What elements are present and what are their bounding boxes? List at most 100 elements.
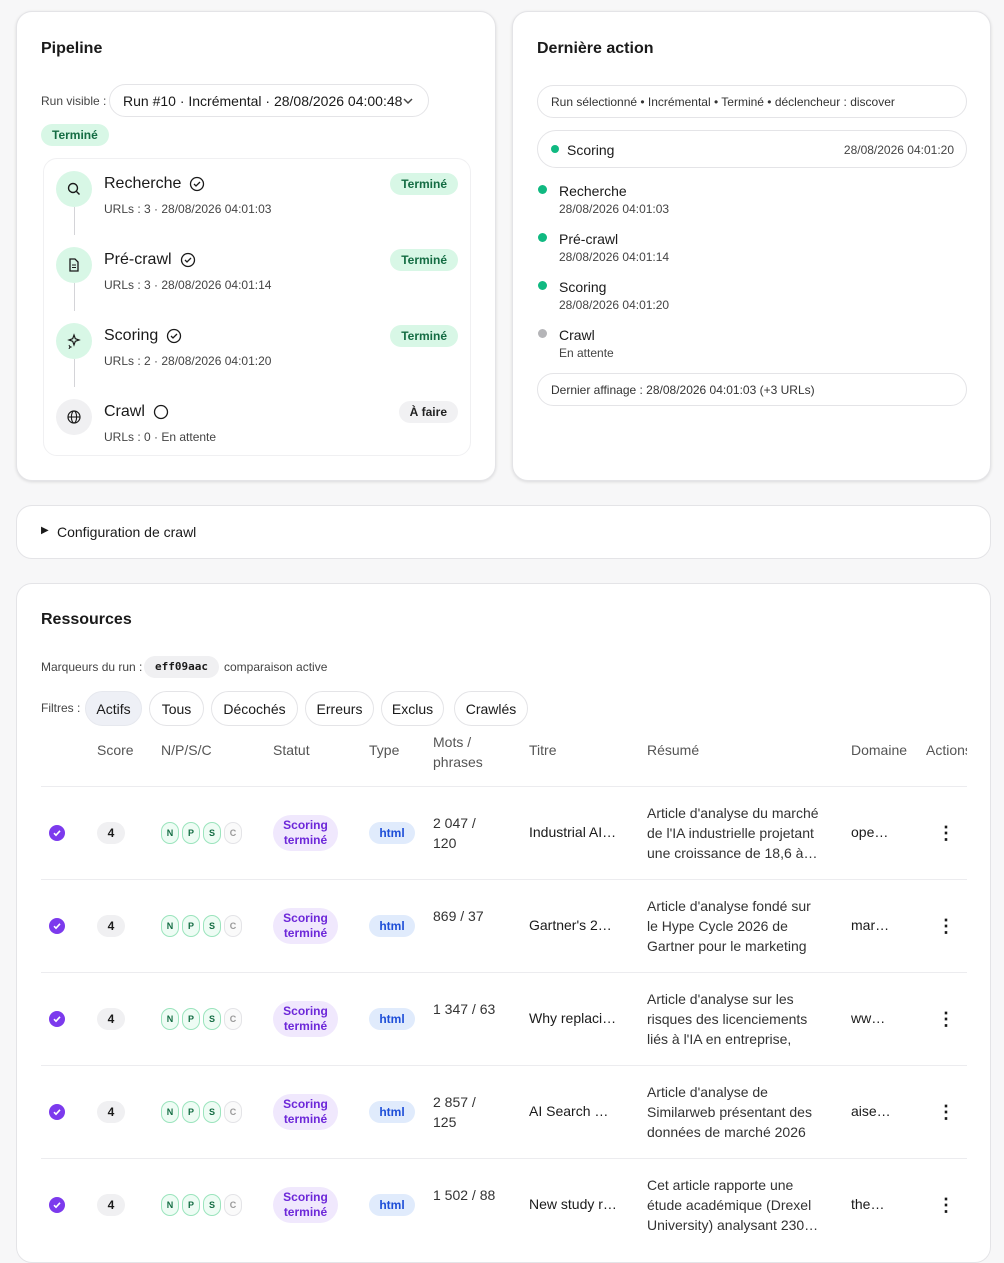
check-icon — [53, 1202, 61, 1209]
table-row[interactable]: 4 N P S C Scoring terminé html 1 502 / 88 New st… — [41, 1158, 967, 1251]
type-badge: html — [369, 1008, 415, 1030]
step-name: Scoring — [104, 327, 159, 344]
step-meta: URLs : 3 · 28/08/2026 04:01:14 — [104, 278, 272, 292]
column-header-actions: Actions — [926, 742, 967, 758]
current-step-box: Scoring 28/08/2026 04:01:20 — [537, 130, 967, 168]
event-name: Recherche — [559, 183, 627, 199]
event-time: 28/08/2026 04:01:14 — [559, 250, 670, 264]
marker-note: comparaison active — [224, 660, 328, 674]
last-action-title: Dernière action — [537, 40, 654, 57]
score-badge: 4 — [97, 915, 125, 937]
npsc-c: C — [224, 1194, 242, 1216]
status-badge: Scoring terminé — [273, 1094, 338, 1130]
table-row[interactable]: 4 N P S C Scoring terminé html 1 347 / 63 Why re… — [41, 972, 967, 1065]
filter-tous[interactable]: Tous — [149, 691, 204, 726]
npsc-indicators: NPSC — [161, 915, 242, 937]
sparkles-icon — [56, 323, 92, 359]
run-select[interactable]: Run #10 · Incrémental · 28/08/2026 04:00… — [109, 84, 429, 117]
more-vertical-icon[interactable]: ⋮ — [937, 824, 955, 844]
npsc-indicators: NPSC — [161, 1101, 242, 1123]
more-vertical-icon[interactable]: ⋮ — [937, 1196, 955, 1216]
column-header-status[interactable]: Statut — [273, 742, 310, 758]
resource-title[interactable]: Why replaci… — [529, 1010, 617, 1026]
resource-summary: Article d'analyse fondé sur le Hype Cycl… — [647, 898, 811, 954]
check-icon — [53, 1016, 61, 1023]
pipeline-step: Pré-crawl URLs : 3 · 28/08/2026 04:01:14… — [44, 237, 470, 313]
type-badge: html — [369, 915, 415, 937]
type-badge: html — [369, 1194, 415, 1216]
status-badge: Scoring terminé — [273, 1187, 338, 1223]
status-dot — [538, 281, 547, 290]
table-row[interactable]: 4 N P S C Scoring terminé html 869 / 37 Gartner'… — [41, 879, 967, 972]
table-row[interactable]: 4 N P S C Scoring terminé html 2 047 / 120 Indus… — [41, 786, 967, 879]
npsc-n: N — [161, 1194, 179, 1216]
pipeline-card: Pipeline Run visible : Run #10 · Incréme… — [16, 11, 496, 481]
last-refine-box: Dernier affinage : 28/08/2026 04:01:03 (… — [537, 373, 967, 406]
column-header-words[interactable]: Mots / phrases — [433, 732, 489, 772]
score-badge: 4 — [97, 1101, 125, 1123]
filter-crawles[interactable]: Crawlés — [454, 691, 528, 726]
npsc-n: N — [161, 1101, 179, 1123]
table-row[interactable]: 4 N P S C Scoring terminé html 2 857 / 125 AI Se… — [41, 1065, 967, 1158]
row-checkbox[interactable] — [49, 918, 65, 934]
npsc-s: S — [203, 1194, 221, 1216]
npsc-s: S — [203, 822, 221, 844]
resources-title: Ressources — [41, 611, 132, 628]
check-icon — [53, 1109, 61, 1116]
pipeline-step: Recherche URLs : 3 · 28/08/2026 04:01:03… — [44, 161, 470, 237]
npsc-c: C — [224, 915, 242, 937]
pipeline-step: Crawl URLs : 0 · En attente À faire — [44, 389, 470, 465]
last-refine-text: Dernier affinage : 28/08/2026 04:01:03 (… — [551, 383, 815, 397]
event-name: Scoring — [559, 279, 607, 295]
resource-domain: mar… — [851, 917, 890, 933]
resource-summary: Article d'analyse sur les risques des li… — [647, 991, 808, 1047]
npsc-p: P — [182, 1008, 200, 1030]
search-icon — [56, 171, 92, 207]
npsc-p: P — [182, 1194, 200, 1216]
step-status-badge: Terminé — [390, 325, 458, 347]
type-badge: html — [369, 822, 415, 844]
crawl-config-toggle[interactable]: ▶ Configuration de crawl — [16, 505, 991, 559]
row-checkbox[interactable] — [49, 825, 65, 841]
pipeline-steps: Recherche URLs : 3 · 28/08/2026 04:01:03… — [43, 158, 471, 456]
word-count: 2 047 / 120 — [433, 815, 476, 851]
column-header-score[interactable]: Score — [97, 742, 134, 758]
status-dot — [538, 233, 547, 242]
check-icon — [53, 923, 61, 930]
npsc-c: C — [224, 822, 242, 844]
npsc-p: P — [182, 1101, 200, 1123]
column-header-title[interactable]: Titre — [529, 742, 556, 758]
resource-title[interactable]: Gartner's 2… — [529, 917, 617, 933]
filter-decoches[interactable]: Décochés — [211, 691, 298, 726]
score-badge: 4 — [97, 1008, 125, 1030]
row-checkbox[interactable] — [49, 1011, 65, 1027]
document-icon — [56, 247, 92, 283]
more-vertical-icon[interactable]: ⋮ — [937, 917, 955, 937]
resource-title[interactable]: AI Search S… — [529, 1103, 617, 1119]
npsc-n: N — [161, 915, 179, 937]
filter-exclus[interactable]: Exclus — [381, 691, 444, 726]
status-dot — [551, 145, 559, 153]
event-name: Crawl — [559, 327, 595, 343]
word-count: 1 347 / 63 — [433, 1001, 496, 1017]
filter-erreurs[interactable]: Erreurs — [305, 691, 374, 726]
word-count: 2 857 / 125 — [433, 1094, 476, 1130]
column-header-domain[interactable]: Domaine — [851, 742, 907, 758]
check-circle-icon — [180, 252, 195, 268]
column-header-type[interactable]: Type — [369, 742, 399, 758]
resource-title[interactable]: Industrial AI … — [529, 824, 617, 840]
status-badge: Scoring terminé — [273, 815, 338, 851]
status-badge: Scoring terminé — [273, 908, 338, 944]
check-circle-icon — [190, 176, 205, 192]
event-name: Pré-crawl — [559, 231, 619, 247]
more-vertical-icon[interactable]: ⋮ — [937, 1010, 955, 1030]
pipeline-status-badge: Terminé — [41, 124, 109, 146]
filter-actifs[interactable]: Actifs — [85, 691, 142, 726]
resources-card: Ressources Marqueurs du run : eff09aac c… — [16, 583, 991, 1263]
current-step-name: Scoring — [567, 142, 615, 158]
row-checkbox[interactable] — [49, 1104, 65, 1120]
resource-title[interactable]: New study r… — [529, 1196, 617, 1212]
row-checkbox[interactable] — [49, 1197, 65, 1213]
word-count: 1 502 / 88 — [433, 1187, 496, 1203]
more-vertical-icon[interactable]: ⋮ — [937, 1103, 955, 1123]
